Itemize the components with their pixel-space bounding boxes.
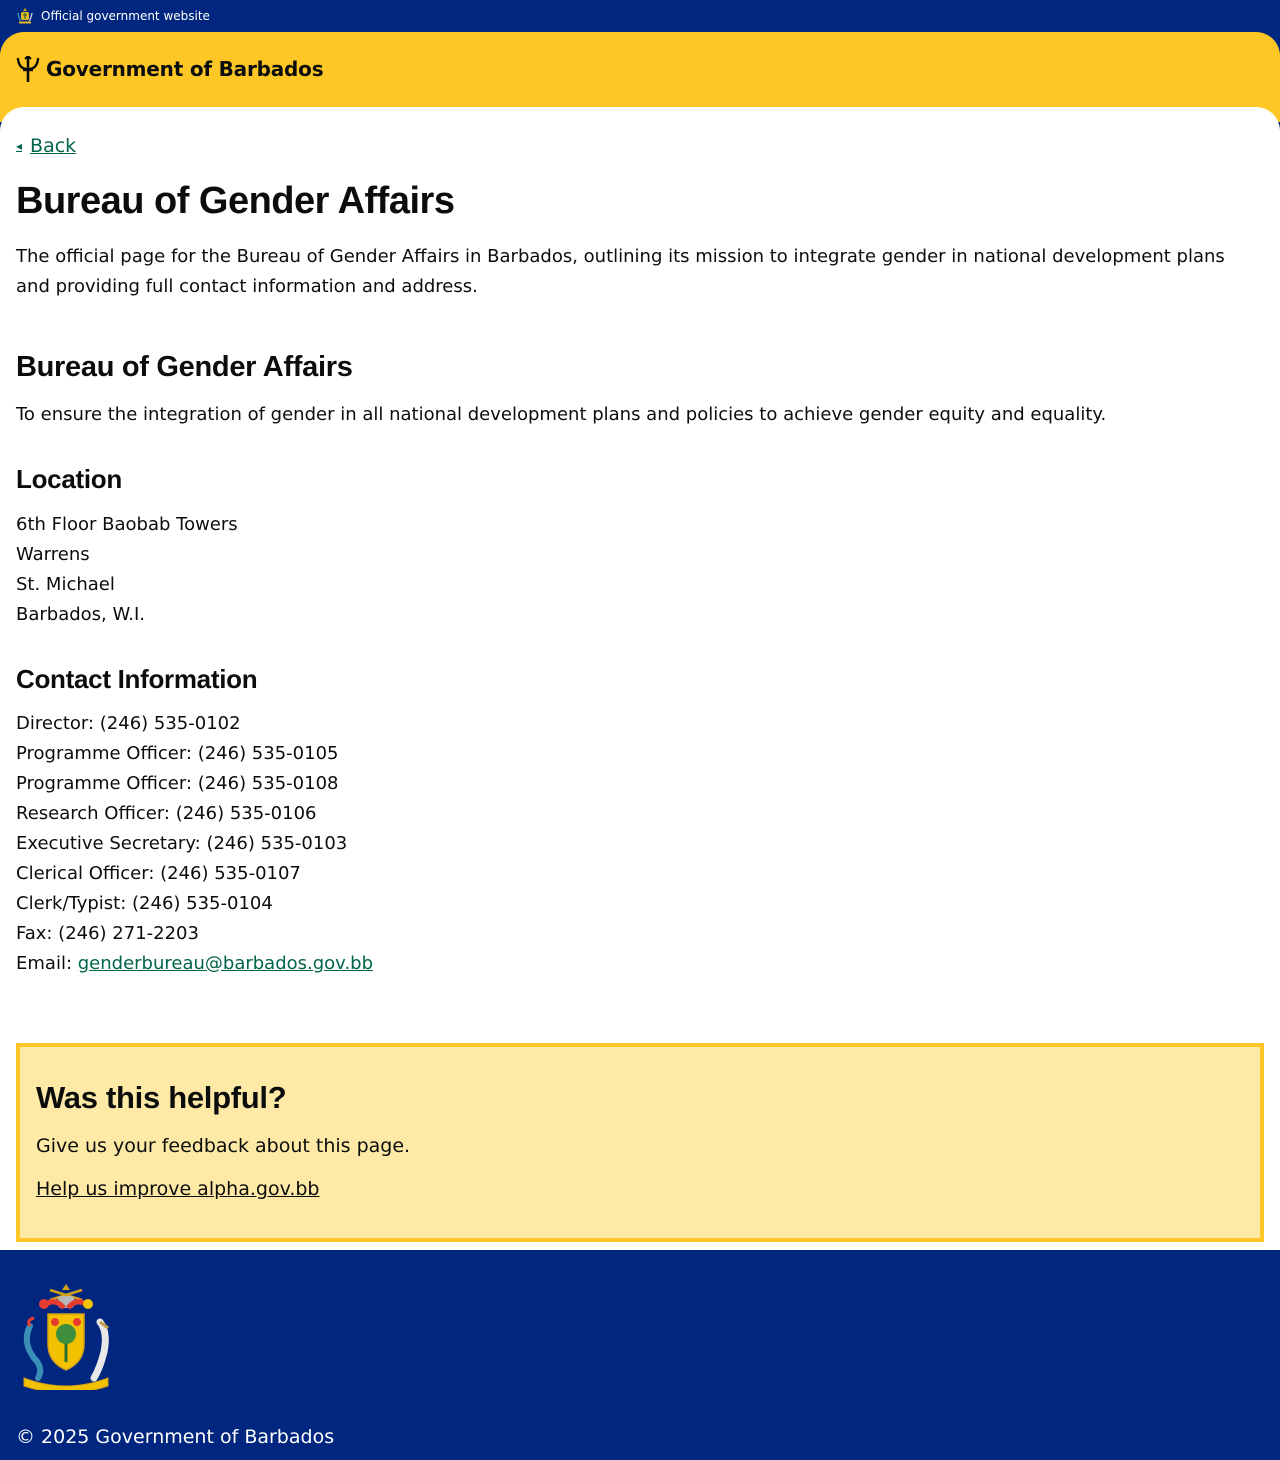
contact-line: Programme Officer: (246) 535-0105 <box>16 742 339 764</box>
email-link[interactable]: genderbureau@barbados.gov.bb <box>78 953 373 974</box>
site-footer: © 2025 Government of Barbados <box>0 1249 1280 1460</box>
contact-heading: Contact Information <box>16 663 258 694</box>
email-line: Email: genderbureau@barbados.gov.bb <box>16 949 1264 979</box>
coat-of-arms-icon <box>16 1282 116 1394</box>
page-description: The official page for the Bureau of Gend… <box>16 245 1225 297</box>
main-content: ◂ Back Bureau of Gender Affairs The offi… <box>0 107 1280 1250</box>
contact-line: Programme Officer: (246) 535-0108 <box>16 772 339 794</box>
address-line: Barbados, W.I. <box>16 603 145 625</box>
page-title: Bureau of Gender Affairs <box>16 180 455 222</box>
contact-line: Director: (246) 535-0102 <box>16 712 241 734</box>
location-heading: Location <box>16 464 122 495</box>
feedback-link[interactable]: Help us improve alpha.gov.bb <box>36 1178 320 1200</box>
brand-home-link[interactable]: Government of Barbados <box>16 54 324 83</box>
email-label: Email: <box>16 952 78 974</box>
coat-of-arms-small-icon <box>16 7 34 25</box>
contact-line: Fax: (246) 271-2203 <box>16 922 199 944</box>
brand-name: Government of Barbados <box>46 57 324 81</box>
address-line: Warrens <box>16 543 90 565</box>
contact-line: Executive Secretary: (246) 535-0103 <box>16 832 348 854</box>
back-link[interactable]: ◂ Back <box>16 135 77 157</box>
contact-line: Clerk/Typist: (246) 535-0104 <box>16 892 273 914</box>
contact-list: Director: (246) 535-0102 Programme Offic… <box>16 709 1264 979</box>
official-banner-text: Official government website <box>41 9 210 23</box>
back-label: Back <box>30 135 77 157</box>
section-title: Bureau of Gender Affairs <box>16 350 353 383</box>
address-block: 6th Floor Baobab Towers Warrens St. Mich… <box>16 510 1264 630</box>
mission-statement: To ensure the integration of gender in a… <box>16 404 1107 426</box>
trident-icon <box>16 54 40 83</box>
contact-line: Clerical Officer: (246) 535-0107 <box>16 862 301 884</box>
feedback-text: Give us your feedback about this page. <box>36 1135 411 1158</box>
contact-line: Research Officer: (246) 535-0106 <box>16 802 317 824</box>
feedback-panel: Was this helpful? Give us your feedback … <box>16 1042 1264 1242</box>
official-banner: Official government website <box>0 0 1280 32</box>
arrow-left-icon: ◂ <box>16 139 23 153</box>
feedback-title: Was this helpful? <box>36 1079 287 1115</box>
address-line: St. Michael <box>16 573 115 595</box>
address-line: 6th Floor Baobab Towers <box>16 513 238 535</box>
copyright-text: © 2025 Government of Barbados <box>16 1425 335 1448</box>
